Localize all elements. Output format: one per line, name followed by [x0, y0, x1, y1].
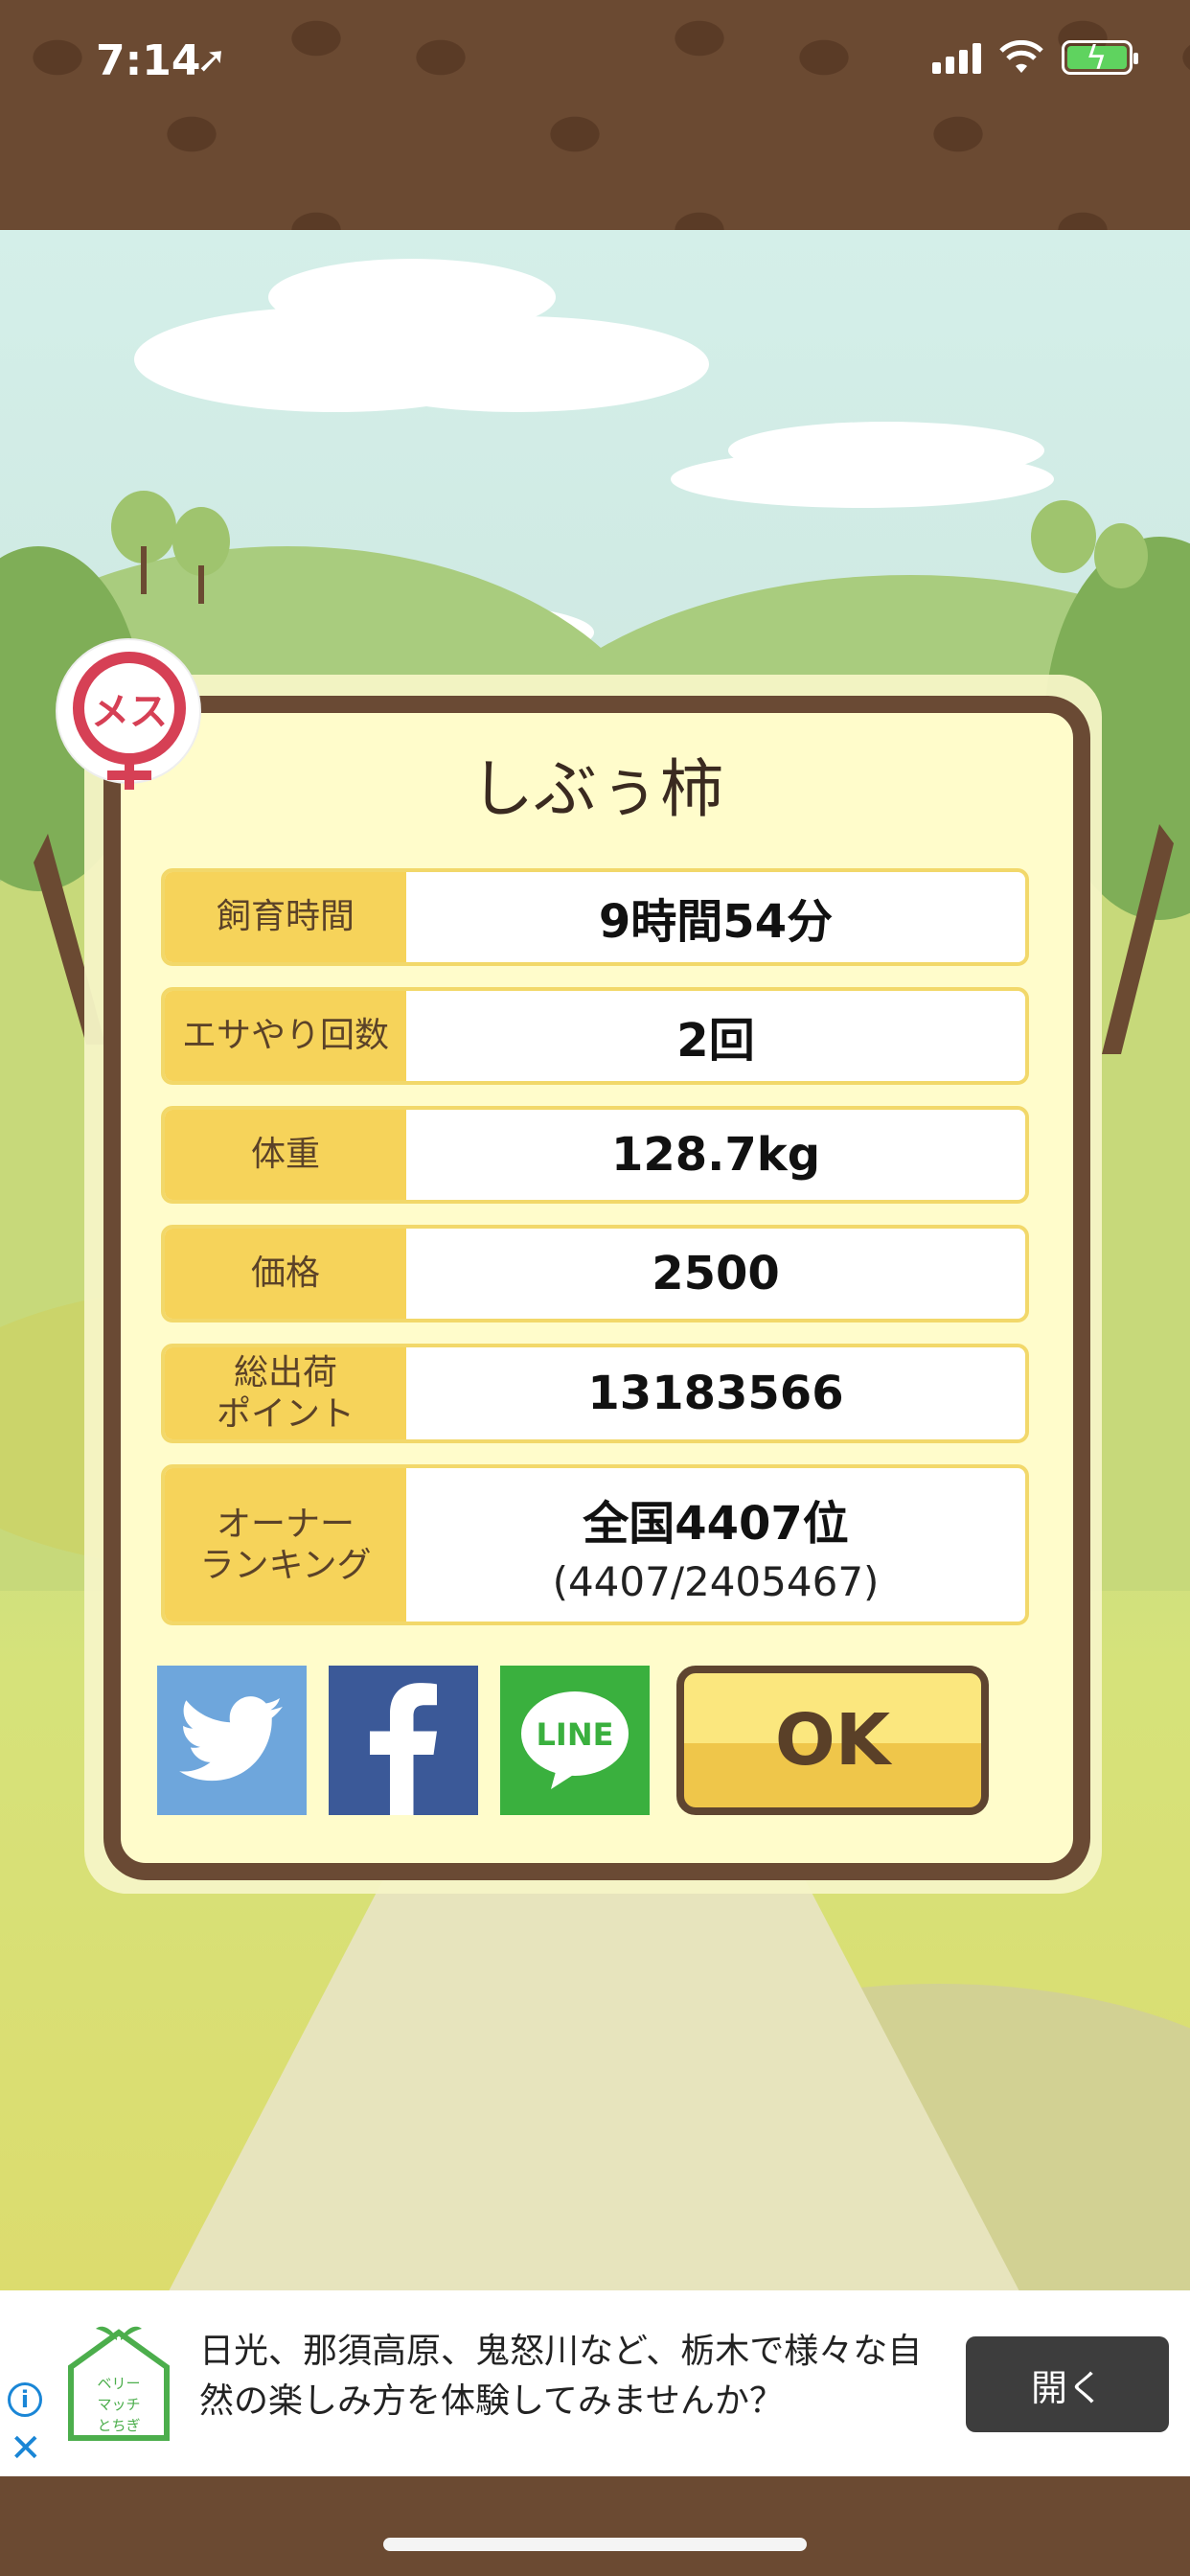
- row-label: エサやり回数: [165, 991, 406, 1081]
- row-feeding-count: エサやり回数 2回: [161, 987, 1029, 1085]
- ranking-value-group: 全国4407位 (4407/2405467): [406, 1468, 1025, 1622]
- small-trees-right: [1031, 500, 1148, 588]
- ad-open-button[interactable]: 開く: [966, 2336, 1169, 2432]
- small-trees-left: [111, 491, 230, 604]
- location-arrow-icon: ➚: [196, 38, 227, 80]
- row-label: 飼育時間: [165, 872, 406, 962]
- row-label: 体重: [165, 1110, 406, 1200]
- row-shipment-points: 総出荷 ポイント 13183566: [161, 1344, 1029, 1443]
- wifi-icon: [999, 40, 1043, 73]
- row-label: オーナー ランキング: [165, 1468, 406, 1622]
- status-icons: ϟ: [932, 39, 1138, 78]
- home-indicator[interactable]: [383, 2538, 807, 2551]
- row-weight: 体重 128.7kg: [161, 1106, 1029, 1204]
- close-icon[interactable]: ✕: [10, 2426, 42, 2471]
- status-bar: 7:14 ➚ ϟ: [0, 0, 1190, 230]
- row-rearing-time: 飼育時間 9時間54分: [161, 868, 1029, 966]
- twitter-share-button[interactable]: [157, 1666, 307, 1815]
- battery-charging-icon: ϟ: [1062, 39, 1138, 78]
- ad-banner[interactable]: ベリー マッチ とちぎ i ✕ 日光、那須高原、鬼怒川など、栃木で様々な自然の楽…: [0, 2290, 1190, 2476]
- svg-text:マッチ: マッチ: [97, 2396, 140, 2413]
- facebook-icon: [370, 1683, 437, 1815]
- row-value: 全国4407位: [583, 1496, 849, 1551]
- ad-logo-icon: ベリー マッチ とちぎ: [68, 2326, 170, 2441]
- facebook-share-button[interactable]: [329, 1666, 478, 1815]
- ad-text[interactable]: 日光、那須高原、鬼怒川など、栃木で様々な自然の楽しみ方を体験してみませんか？: [199, 2327, 927, 2426]
- twitter-icon: [179, 1696, 284, 1782]
- row-label: 価格: [165, 1229, 406, 1319]
- row-value: 9時間54分: [598, 895, 834, 949]
- svg-text:とちぎ: とちぎ: [97, 2417, 140, 2434]
- pig-name: しぶぅ柿: [470, 752, 723, 826]
- bottom-band: [0, 2476, 1190, 2576]
- line-text: LINE: [537, 1716, 614, 1753]
- cellular-signal-icon: [932, 41, 981, 74]
- info-icon[interactable]: i: [8, 2382, 42, 2417]
- row-value: 2500: [652, 1247, 780, 1300]
- row-price: 価格 2500: [161, 1225, 1029, 1322]
- row-value: 13183566: [587, 1367, 844, 1420]
- ranking-detail: (4407/2405467): [552, 1557, 880, 1605]
- line-icon: LINE: [521, 1691, 629, 1789]
- ok-button[interactable]: OK: [676, 1666, 989, 1815]
- row-label: 総出荷 ポイント: [165, 1347, 406, 1439]
- status-time: 7:14: [96, 36, 201, 85]
- line-share-button[interactable]: LINE: [500, 1666, 650, 1815]
- row-owner-ranking: オーナー ランキング 全国4407位 (4407/2405467): [161, 1464, 1029, 1625]
- row-value: 128.7kg: [610, 1128, 821, 1182]
- row-value: 2回: [676, 1014, 755, 1068]
- svg-text:ベリー: ベリー: [97, 2375, 140, 2392]
